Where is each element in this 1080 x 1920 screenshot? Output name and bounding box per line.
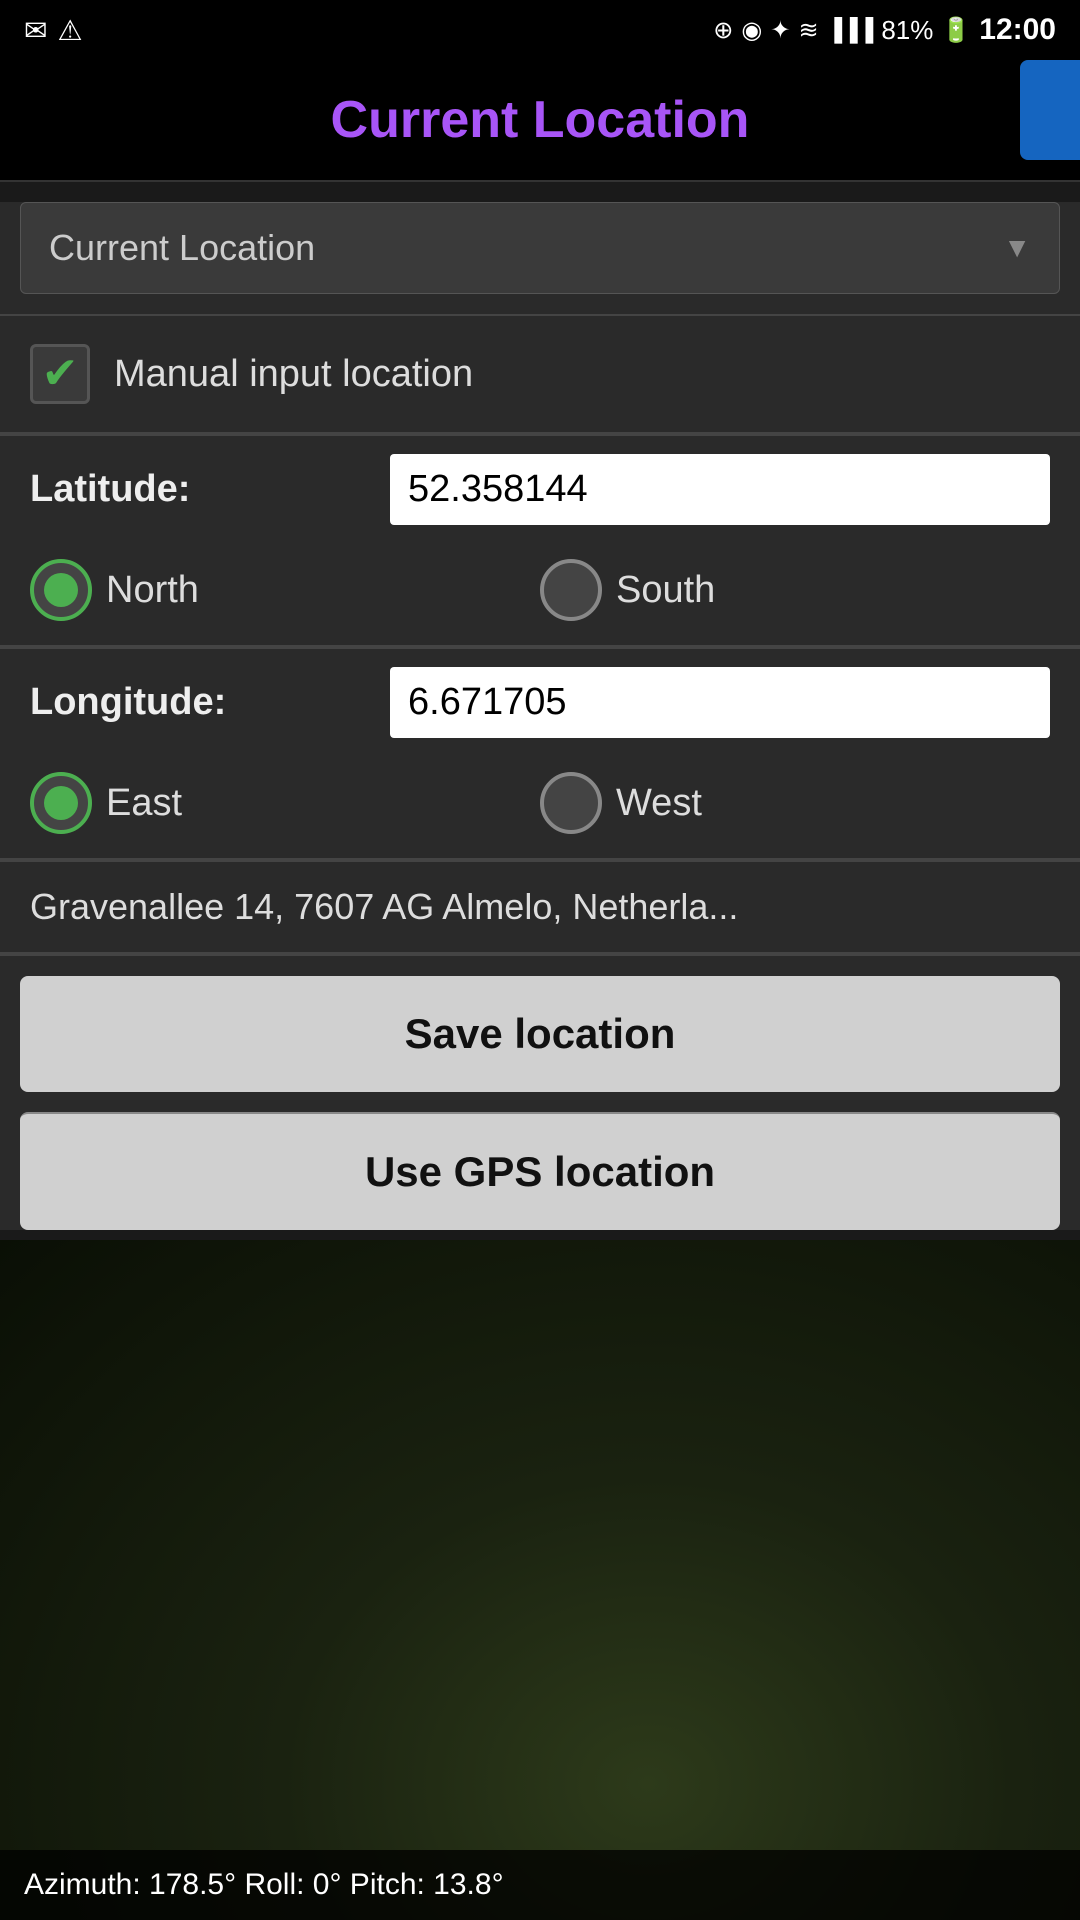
address-row: Gravenallee 14, 7607 AG Almelo, Netherla… [0, 860, 1080, 952]
page-title: Current Location [331, 91, 750, 149]
latitude-direction-row: North South [0, 543, 1080, 645]
east-radio-dot [44, 786, 78, 820]
bluetooth-icon: ✦ [770, 16, 790, 45]
use-gps-button[interactable]: Use GPS location [20, 1112, 1060, 1230]
status-time: 12:00 [979, 13, 1056, 47]
warning-icon: ⚠ [57, 14, 82, 47]
right-edge-button[interactable] [1020, 60, 1080, 160]
longitude-input[interactable] [390, 667, 1050, 738]
gps-icon: ⊕ [713, 16, 733, 45]
longitude-row: Longitude: [0, 649, 1080, 756]
chevron-down-icon: ▼ [1003, 232, 1031, 264]
manual-input-row[interactable]: ✔ Manual input location [0, 316, 1080, 432]
grass-background [0, 1240, 1080, 1920]
south-radio[interactable] [540, 559, 602, 621]
manual-input-checkbox[interactable]: ✔ [30, 344, 90, 404]
west-label: West [616, 782, 702, 825]
checkmark-icon: ✔ [42, 352, 79, 396]
mail-icon: ✉ [24, 14, 47, 47]
status-bar-right: ⊕ ◉ ✦ ≋ ▐▐▐ 81% 🔋 12:00 [713, 13, 1056, 47]
save-location-button[interactable]: Save location [20, 976, 1060, 1092]
location-icon: ◉ [741, 16, 762, 45]
south-option[interactable]: South [540, 559, 1050, 621]
latitude-row: Latitude: [0, 436, 1080, 543]
main-panel: Current Location ▼ ✔ Manual input locati… [0, 202, 1080, 1230]
bottom-status-bar: Azimuth: 178.5° Roll: 0° Pitch: 13.8° [0, 1850, 1080, 1920]
north-radio-dot [44, 573, 78, 607]
manual-input-label: Manual input location [114, 353, 473, 396]
status-bar-left: ✉ ⚠ [24, 14, 83, 47]
west-radio-dot [554, 786, 588, 820]
latitude-label: Latitude: [30, 468, 370, 511]
address-text: Gravenallee 14, 7607 AG Almelo, Netherla… [30, 886, 738, 927]
wifi-icon: ≋ [798, 16, 818, 45]
south-label: South [616, 569, 715, 612]
location-dropdown[interactable]: Current Location ▼ [20, 202, 1060, 294]
longitude-label: Longitude: [30, 681, 370, 724]
background-area [0, 1240, 1080, 1920]
east-option[interactable]: East [30, 772, 540, 834]
app-header: Current Location [0, 60, 1080, 182]
west-option[interactable]: West [540, 772, 1050, 834]
signal-icon: ▐▐▐ [827, 17, 874, 43]
west-radio[interactable] [540, 772, 602, 834]
dropdown-label: Current Location [49, 227, 315, 269]
latitude-input[interactable] [390, 454, 1050, 525]
latitude-section: Latitude: North South [0, 434, 1080, 645]
north-label: North [106, 569, 199, 612]
azimuth-status: Azimuth: 178.5° Roll: 0° Pitch: 13.8° [24, 1868, 504, 1901]
status-bar: ✉ ⚠ ⊕ ◉ ✦ ≋ ▐▐▐ 81% 🔋 12:00 [0, 0, 1080, 60]
longitude-section: Longitude: East West [0, 647, 1080, 858]
button-container: Save location Use GPS location [0, 954, 1080, 1230]
longitude-direction-row: East West [0, 756, 1080, 858]
battery-icon: 🔋 [941, 16, 971, 45]
east-radio[interactable] [30, 772, 92, 834]
south-radio-dot [554, 573, 588, 607]
east-label: East [106, 782, 182, 825]
north-option[interactable]: North [30, 559, 540, 621]
battery-percent: 81% [881, 15, 933, 46]
north-radio[interactable] [30, 559, 92, 621]
